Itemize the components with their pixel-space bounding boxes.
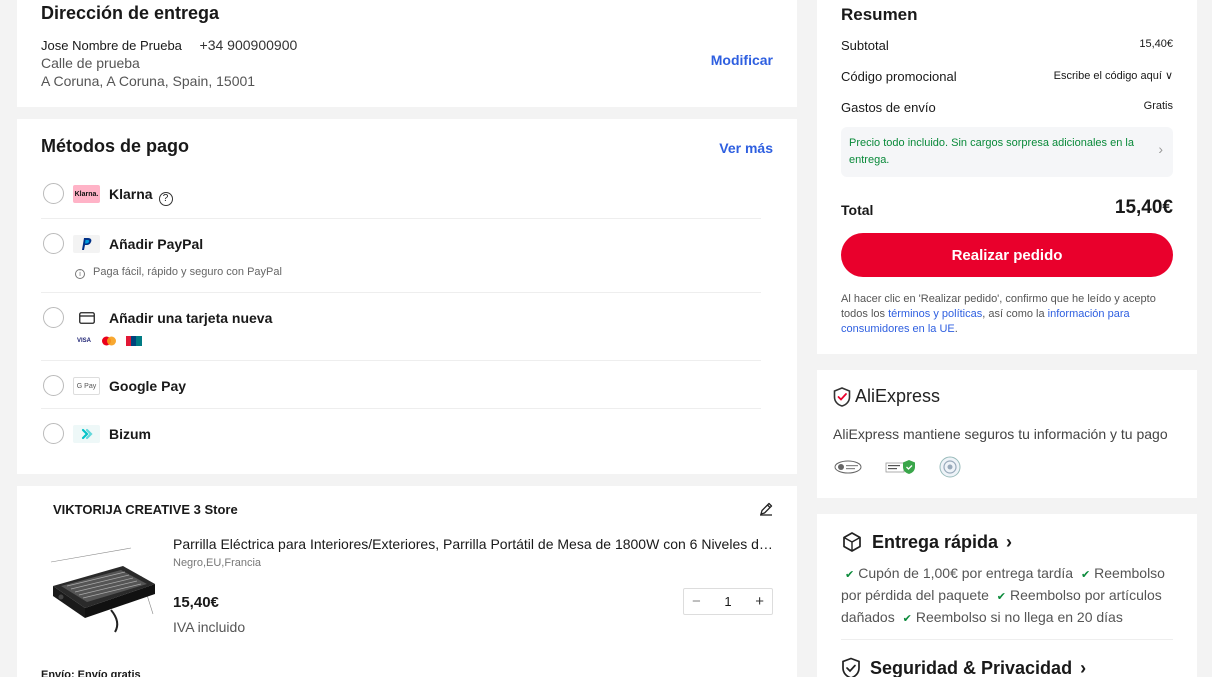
info-icon: i	[75, 269, 85, 279]
security-card: AliExpress AliExpress mantiene seguros t…	[817, 370, 1197, 498]
shipping-cost-value: Gratis	[1143, 100, 1173, 112]
chevron-right-icon: ›	[1158, 141, 1163, 157]
payment-option-bizum[interactable]: Bizum	[41, 409, 761, 459]
subtotal-row: Subtotal 15,40€	[841, 38, 1173, 53]
check-icon: ✔	[996, 591, 1007, 603]
order-summary-card: Resumen Subtotal 15,40€ Código promocion…	[817, 0, 1197, 354]
address-city: A Coruna, A Coruna, Spain, 15001	[41, 73, 256, 89]
check-icon: ✔	[902, 613, 912, 625]
paypal-subtext: i Paga fácil, rápido y seguro con PayPal	[75, 266, 282, 279]
radio-klarna[interactable]	[43, 183, 64, 204]
payment-option-label: Klarna?	[109, 186, 173, 206]
edit-icon[interactable]	[759, 502, 773, 521]
address-title: Dirección de entrega	[41, 3, 220, 23]
payment-option-card[interactable]: Añadir una tarjeta nueva VISA	[41, 293, 761, 361]
radio-card[interactable]	[43, 307, 64, 328]
subtotal-label: Subtotal	[841, 38, 889, 53]
total-label: Total	[841, 202, 874, 218]
payment-option-label: Bizum	[109, 426, 151, 442]
check-icon: ✔	[1080, 569, 1091, 581]
subtotal-value: 15,40€	[1139, 38, 1173, 50]
chevron-right-icon: ›	[1080, 657, 1087, 677]
paypal-logo	[73, 235, 100, 253]
recipient-name: Jose Nombre de Prueba	[41, 38, 182, 53]
delivery-address-card: Dirección de entrega Jose Nombre de Prue…	[17, 0, 797, 107]
fast-delivery-title[interactable]: Entrega rápida ›	[841, 531, 1012, 553]
radio-bizum[interactable]	[43, 423, 64, 444]
product-variant: Negro,EU,Francia	[173, 557, 262, 569]
address-street: Calle de prueba	[41, 55, 140, 71]
security-privacy-title[interactable]: Seguridad & Privacidad ›	[841, 657, 1086, 677]
payment-option-label: Añadir PayPal	[109, 236, 204, 252]
unionpay-logo	[125, 335, 143, 346]
recipient-phone: +34 900900900	[199, 37, 298, 53]
terms-link[interactable]: términos y políticas	[888, 308, 982, 320]
quantity-stepper[interactable]: − 1 +	[683, 588, 773, 615]
promo-code-label: Código promocional	[841, 69, 957, 84]
chevron-right-icon: ›	[1006, 531, 1013, 552]
store-name[interactable]: VIKTORIJA CREATIVE 3 Store	[53, 502, 238, 517]
promo-code-row[interactable]: Código promocional Escribe el código aqu…	[841, 69, 1173, 84]
credit-card-icon	[73, 309, 100, 327]
price-notice[interactable]: Precio todo incluido. Sin cargos sorpres…	[841, 127, 1173, 177]
see-more-link[interactable]: Ver más	[719, 140, 773, 156]
payment-option-label: Añadir una tarjeta nueva	[109, 310, 273, 326]
ssl-badge-icon	[885, 460, 915, 474]
bizum-logo	[73, 425, 100, 443]
modify-address-link[interactable]: Modificar	[711, 52, 773, 68]
delivery-guarantee-card: Entrega rápida › ✔ Cupón de 1,00€ por ent…	[817, 514, 1197, 677]
check-icon: ✔	[845, 569, 855, 581]
legal-notice: Al hacer clic en 'Realizar pedido', conf…	[841, 293, 1156, 335]
shipping-cost-label: Gastos de envío	[841, 100, 936, 115]
payment-option-paypal[interactable]: Añadir PayPal i Paga fácil, rápido y segu…	[41, 219, 761, 293]
package-icon	[843, 532, 861, 552]
increase-quantity-button[interactable]: +	[755, 593, 764, 610]
shield-check-icon	[833, 386, 851, 407]
radio-paypal[interactable]	[43, 233, 64, 254]
payment-option-label: Google Pay	[109, 378, 187, 394]
pci-badge-icon	[834, 460, 862, 474]
product-price: 15,40€	[173, 594, 219, 611]
product-image[interactable]	[41, 536, 165, 640]
chevron-down-icon: ∨	[1161, 70, 1173, 82]
decrease-quantity-button[interactable]: −	[692, 593, 701, 610]
promo-code-input[interactable]: Escribe el código aquí ∨	[1054, 69, 1173, 84]
store-order-card: VIKTORIJA CREATIVE 3 Store Parrilla Eléc…	[17, 486, 797, 677]
radio-google-pay[interactable]	[43, 375, 64, 396]
total-value: 15,40€	[1114, 197, 1173, 218]
shield-check-icon	[842, 657, 860, 677]
place-order-button[interactable]: Realizar pedido	[841, 233, 1173, 277]
certified-seal-icon	[939, 456, 961, 478]
shipping-info: Envío: Envío gratis	[41, 669, 141, 677]
quantity-value: 1	[724, 594, 732, 609]
product-tax-note: IVA incluido	[173, 619, 246, 635]
payment-methods-card: Métodos de pago Ver más Klarna. Klarna? …	[17, 119, 797, 474]
mastercard-logo	[100, 335, 118, 346]
visa-logo: VISA	[76, 337, 91, 344]
accepted-cards: VISA	[75, 335, 143, 346]
klarna-logo: Klarna.	[73, 185, 100, 203]
security-message: AliExpress mantiene seguros tu informaci…	[833, 426, 1168, 442]
google-pay-logo: G Pay	[73, 377, 100, 395]
product-title[interactable]: Parrilla Eléctrica para Interiores/Exter…	[173, 536, 773, 552]
payment-option-klarna[interactable]: Klarna. Klarna?	[41, 169, 761, 219]
help-icon[interactable]: ?	[158, 192, 173, 206]
security-badges	[833, 456, 961, 478]
guarantee-list: ✔ Cupón de 1,00€ por entrega tardía ✔ Reem…	[841, 565, 1165, 625]
payment-option-google-pay[interactable]: G Pay Google Pay	[41, 361, 761, 409]
payment-title: Métodos de pago	[41, 136, 189, 156]
recipient-line: Jose Nombre de Prueba +34 900900900	[41, 37, 297, 53]
summary-title: Resumen	[841, 5, 918, 24]
shipping-cost-row: Gastos de envío Gratis	[841, 100, 1173, 115]
divider	[841, 639, 1173, 640]
aliexpress-brand: AliExpress	[833, 386, 940, 407]
